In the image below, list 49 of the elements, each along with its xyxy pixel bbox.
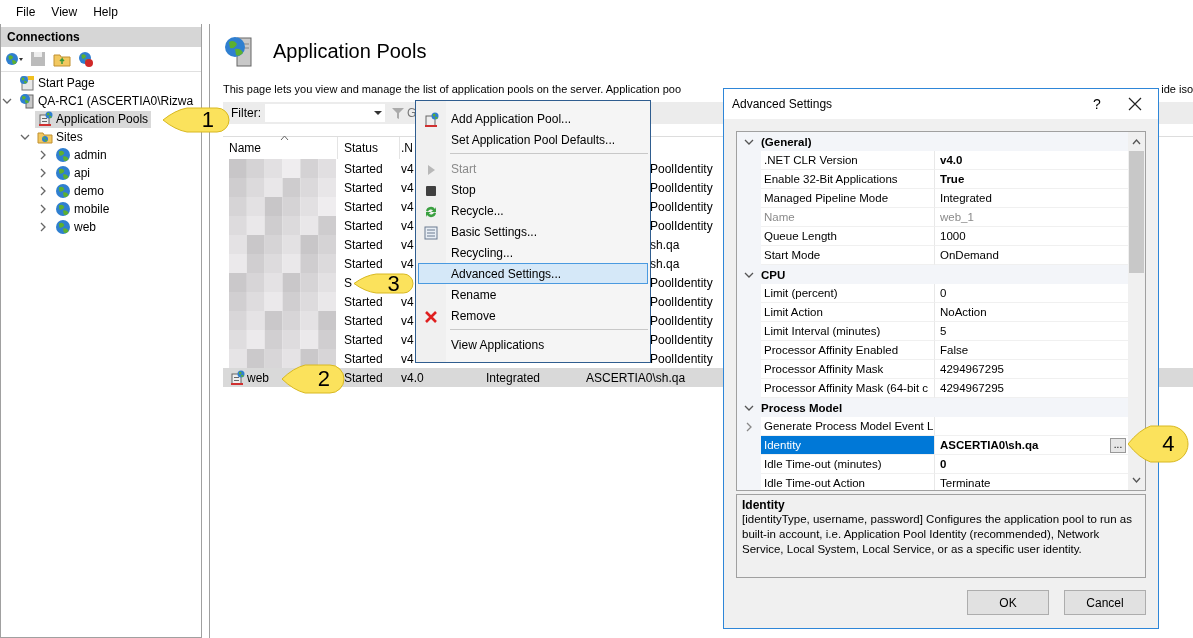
table-cell: v4 [401,199,414,214]
table-cell: v4 [401,180,414,195]
table-cell: web [247,370,269,385]
table-cell: v4 [401,351,414,366]
table-cell: S [344,275,352,290]
page-title: Application Pools [273,39,427,63]
panel-title: Connections [1,27,201,47]
table-cell: PoolIdentity [650,332,713,347]
table-cell: v4 [401,237,414,252]
table-cell: PoolIdentity [650,313,713,328]
table-cell: PoolIdentity [650,218,713,233]
table-cell: Started [344,294,383,309]
page-description: This page lets you view and manage the list of application pools on the server. Application poo [223,83,681,95]
table-cell: PoolIdentity [650,275,713,290]
table-cell: Started [344,218,383,233]
callout-badge: 2 [282,363,346,395]
table-cell: v4 [401,332,414,347]
table-cell: v4 [401,218,414,233]
table-cell: ASCERTIA0\sh.qa [586,370,686,385]
table-cell: PoolIdentity [650,294,713,309]
table-cell: v4 [401,313,414,328]
dialog-title: Advanced Settings [732,97,834,111]
description-text: [identityType, username, password] Configures the application pool to run as built-in account, i.e. Application Pool Identity (recommended), Network Service, Local System, Local Service, or as a specific user identity. [742,512,1133,557]
table-cell: Started [344,351,383,366]
table-cell: Integrated [486,370,541,385]
table-cell: Started [344,180,383,195]
table-cell: sh.qa [650,256,680,271]
callout-badge: 3 [354,272,415,295]
callout-badge: 1 [163,106,231,134]
table-cell: Started [344,332,383,347]
page-description: ide iso [1161,83,1193,95]
table-cell: sh.qa [650,237,680,252]
description-title: Identity [742,498,786,512]
table-cell: v4 [401,161,414,176]
table-cell: v4.0 [401,370,424,385]
filter-label: Filter: [231,106,261,120]
table-cell: Started [344,313,383,328]
table-cell: Started [344,370,383,385]
table-cell: v4 [401,294,414,309]
table-cell: PoolIdentity [650,161,713,176]
table-cell: PoolIdentity [650,199,713,214]
table-cell: Started [344,237,383,252]
table-cell: PoolIdentity [650,351,713,366]
callout-badge: 4 [1128,424,1190,464]
table-cell: PoolIdentity [650,180,713,195]
table-cell: Started [344,256,383,271]
table-cell: Started [344,161,383,176]
table-cell: v4 [401,256,414,271]
table-cell: Started [344,199,383,214]
